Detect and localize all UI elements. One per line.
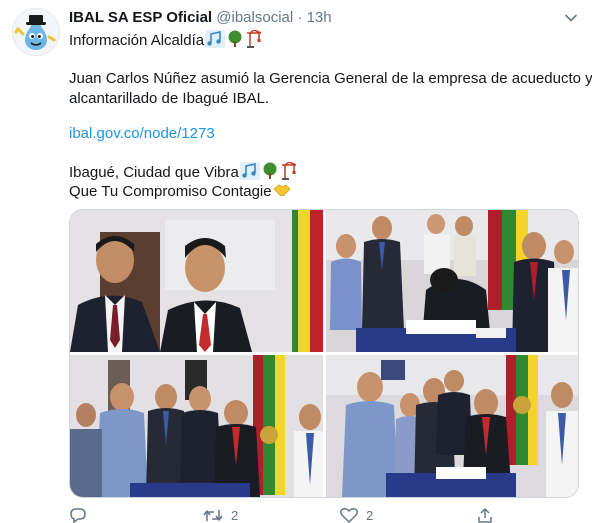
photo-signing-document[interactable] [326, 210, 578, 352]
like-button[interactable]: 2 [340, 508, 373, 523]
retweet-icon [203, 510, 223, 521]
water-drop-mascot-icon [13, 9, 59, 55]
share-button[interactable] [477, 508, 501, 523]
reply-icon [70, 508, 86, 523]
tweet-line-1: Información Alcaldía [69, 29, 263, 54]
like-count: 2 [366, 508, 374, 523]
tweet-text-info: Información Alcaldía [69, 32, 205, 49]
tweet-action-bar: 2 2 [69, 508, 577, 523]
handshake-icon [273, 181, 291, 205]
tweet-text-slogan-2: Que Tu Compromiso Contagie [69, 183, 272, 200]
tweet-line-3: alcantarillado de Ibagué IBAL. [69, 90, 270, 107]
tree-icon [226, 30, 244, 54]
tweet-timestamp[interactable]: 13h [307, 9, 332, 26]
retweet-count: 2 [231, 508, 239, 523]
tweet-line-2: Juan Carlos Núñez asumió la Gerencia Gen… [69, 70, 592, 87]
share-icon [478, 508, 492, 523]
tweet-line-6: Que Tu Compromiso Contagie [69, 181, 291, 205]
heart-icon [340, 508, 358, 523]
photo-two-men-posing[interactable] [70, 210, 323, 352]
tweet-header: IBAL SA ESP Oficial @ibalsocial · 13h [69, 9, 332, 27]
tweet-text-slogan: Ibagué, Ciudad que Vibra [69, 164, 239, 181]
author-avatar[interactable] [12, 8, 60, 56]
photo-handshake-group[interactable] [326, 355, 578, 497]
tweet-link[interactable]: ibal.gov.co/node/1273 [69, 124, 215, 144]
construction-crane-icon [245, 29, 263, 54]
tweet-card[interactable]: IBAL SA ESP Oficial @ibalsocial · 13h In… [0, 0, 592, 523]
tweet-media-grid[interactable] [69, 209, 579, 498]
retweet-button[interactable]: 2 [203, 508, 238, 523]
author-handle[interactable]: @ibalsocial [216, 9, 293, 26]
musical-notes-icon [205, 30, 226, 54]
photo-group-standing[interactable] [70, 355, 323, 497]
chevron-down-icon[interactable] [563, 10, 579, 26]
separator-dot: · [297, 9, 303, 26]
reply-button[interactable] [69, 508, 95, 523]
author-name[interactable]: IBAL SA ESP Oficial [69, 9, 212, 26]
